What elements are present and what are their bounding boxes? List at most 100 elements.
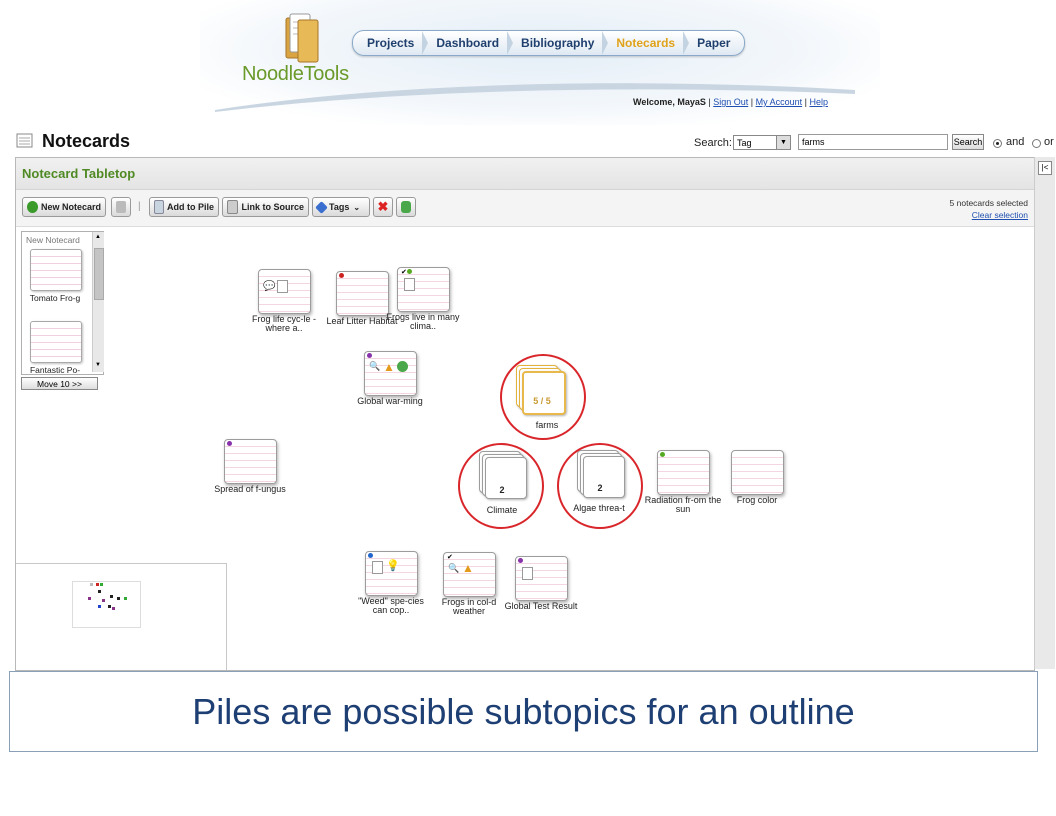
main-nav: Projects Dashboard Bibliography Notecard… <box>352 30 746 56</box>
notecard-label: "Weed" spe-cies can cop.. <box>358 596 424 615</box>
document-icon <box>522 567 533 580</box>
notecard[interactable]: 🔍 ▲ <box>364 351 417 396</box>
minimap-dot <box>102 599 105 602</box>
scroll-down-icon[interactable]: ▼ <box>95 362 101 368</box>
notecard[interactable]: 💡 <box>365 551 418 596</box>
tabletop-header: Notecard Tabletop <box>16 158 1034 190</box>
chevron-down-icon[interactable]: ▼ <box>776 136 790 149</box>
notecard[interactable]: ✔ 🔍 ▲ <box>443 552 496 597</box>
link-icon <box>227 200 239 214</box>
minimap-dot <box>110 595 113 598</box>
highlight-circle <box>458 443 544 529</box>
collapse-rail: |< <box>1034 157 1055 669</box>
pile-icon <box>154 200 164 214</box>
notecard[interactable] <box>224 439 277 484</box>
tag-dot <box>367 353 372 358</box>
minimap-dot <box>117 597 120 600</box>
notecard[interactable] <box>515 556 568 601</box>
notecard[interactable]: 💬 <box>258 269 311 314</box>
tag-dot <box>339 273 344 278</box>
search-input[interactable] <box>798 134 948 150</box>
recycle-button[interactable] <box>396 197 416 217</box>
notecard-tabletop: Notecard Tabletop New Notecard | Add to … <box>15 157 1035 671</box>
help-link[interactable]: Help <box>809 97 828 107</box>
notecard-label: Frogs live in many clima.. <box>386 312 460 331</box>
notecard[interactable] <box>30 249 82 291</box>
nav-dashboard[interactable]: Dashboard <box>428 36 507 50</box>
notecard[interactable]: ✔ <box>397 267 450 312</box>
radio-and[interactable] <box>993 139 1002 148</box>
document-icon <box>277 280 288 293</box>
tag-dot <box>660 452 665 457</box>
move-10-button[interactable]: Move 10 >> <box>21 377 98 390</box>
welcome-bar: Welcome, MayaS | Sign Out | My Account |… <box>633 97 828 107</box>
logo-text: NoodleTools <box>242 63 349 85</box>
notecard[interactable] <box>731 450 784 495</box>
link-to-source-label: Link to Source <box>241 202 304 212</box>
search-type-value: Tag <box>737 138 752 148</box>
new-notecard-panel-header: New Notecard <box>26 235 80 245</box>
nav-bibliography[interactable]: Bibliography <box>513 36 602 50</box>
plus-icon <box>27 201 38 213</box>
notecard-label: Radiation fr-om the sun <box>644 495 722 514</box>
search-label: Search: <box>694 137 732 149</box>
my-account-link[interactable]: My Account <box>756 97 803 107</box>
notecard[interactable] <box>657 450 710 495</box>
delete-x-icon: ✖ <box>377 199 389 214</box>
comment-icon: 💬 <box>263 281 276 292</box>
document-icon <box>404 278 415 291</box>
check-circle-icon <box>397 361 408 372</box>
panel-scrollbar[interactable]: ▲ ▼ <box>92 232 104 372</box>
tag-dot <box>368 553 373 558</box>
tags-label: Tags <box>329 202 350 212</box>
radio-or[interactable] <box>1032 139 1041 148</box>
add-to-pile-label: Add to Pile <box>167 202 214 212</box>
nav-notecards[interactable]: Notecards <box>608 36 683 50</box>
link-to-source-button[interactable]: Link to Source <box>222 197 309 217</box>
notecard-label: Global Test Result <box>504 601 578 611</box>
clear-selection-link[interactable]: Clear selection <box>972 210 1028 220</box>
warning-icon: ▲ <box>383 360 395 374</box>
notecard[interactable] <box>336 271 389 316</box>
tags-button[interactable]: Tags ⌄ <box>312 197 370 217</box>
chevron-down-icon: ⌄ <box>353 202 361 212</box>
nav-paper[interactable]: Paper <box>689 36 738 50</box>
magnifier-icon: 🔍 <box>369 361 381 371</box>
radio-or-label: or <box>1044 136 1054 148</box>
check-icon: ✔ <box>401 269 407 276</box>
document-icon <box>372 561 383 574</box>
search-button[interactable]: Search <box>952 134 984 150</box>
minimap-dot <box>100 583 103 586</box>
highlight-circle <box>500 354 586 440</box>
search-type-select[interactable]: Tag ▼ <box>733 135 791 150</box>
delete-button[interactable]: ✖ <box>373 197 393 217</box>
tabletop-title: Notecard Tabletop <box>22 166 136 181</box>
selection-info: 5 notecards selected Clear selection <box>950 197 1028 221</box>
notecard-label: Frog color <box>736 495 778 505</box>
notecard-label: Frog life cyc-le - where a.. <box>251 314 316 333</box>
tag-dot <box>518 558 523 563</box>
selection-count: 5 notecards selected <box>949 198 1028 208</box>
new-notecard-button[interactable]: New Notecard <box>22 197 106 217</box>
check-icon: ✔ <box>447 554 453 561</box>
radio-and-label: and <box>1006 136 1025 148</box>
minimap-viewport <box>72 581 141 628</box>
minimap-dot <box>98 605 101 608</box>
tabletop-minimap[interactable] <box>16 563 227 670</box>
notecard[interactable] <box>30 321 82 363</box>
minimap-dot <box>98 590 101 593</box>
new-notecard-panel: New Notecard Tomato Fro-g Fantastic Po- … <box>21 231 104 375</box>
magnifier-icon: 🔍 <box>448 563 460 573</box>
welcome-user: Welcome, MayaS <box>633 97 706 107</box>
scroll-thumb[interactable] <box>94 248 104 300</box>
scroll-up-icon[interactable]: ▲ <box>95 234 101 240</box>
printer-icon <box>116 201 126 213</box>
add-to-pile-button[interactable]: Add to Pile <box>149 197 219 217</box>
tag-icon <box>315 200 328 214</box>
notecard-label: Spread of f-ungus <box>214 484 286 494</box>
print-button[interactable] <box>111 197 131 217</box>
collapse-icon[interactable]: |< <box>1038 161 1052 175</box>
nav-projects[interactable]: Projects <box>359 36 422 50</box>
sign-out-link[interactable]: Sign Out <box>713 97 748 107</box>
notecard-label: Global war-ming <box>357 396 423 406</box>
